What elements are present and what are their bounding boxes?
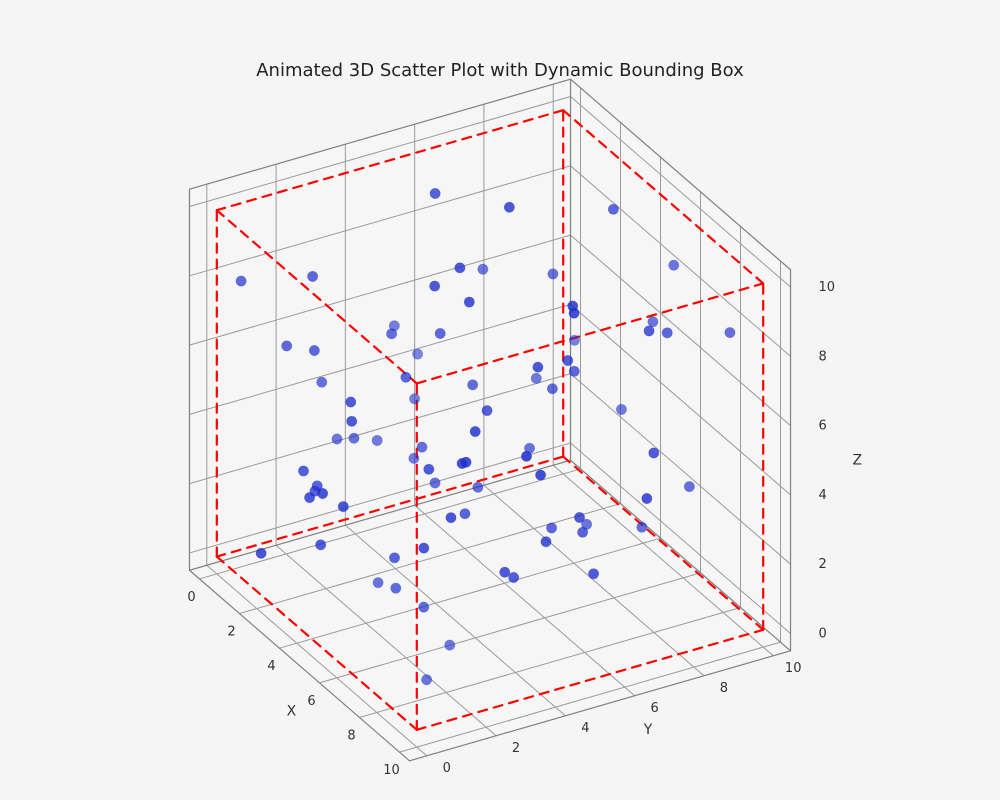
svg-text:10: 10	[383, 763, 400, 778]
svg-text:0: 0	[819, 626, 827, 641]
svg-text:6: 6	[307, 694, 315, 709]
svg-text:2: 2	[512, 741, 520, 756]
svg-text:X: X	[287, 704, 297, 720]
svg-text:2: 2	[227, 625, 235, 640]
scatter3d-canvas: 0 2 4 6 8 10 X 0 2 4 6 8 10 Y 0 2 4 6 8 10 Z	[0, 0, 1000, 800]
svg-text:2: 2	[819, 557, 827, 572]
svg-text:4: 4	[581, 721, 589, 736]
svg-text:10: 10	[785, 661, 802, 676]
svg-text:0: 0	[187, 590, 195, 605]
svg-text:8: 8	[347, 728, 355, 743]
svg-text:8: 8	[720, 681, 728, 696]
svg-text:Y: Y	[643, 722, 653, 738]
svg-text:6: 6	[819, 419, 827, 434]
svg-text:4: 4	[267, 659, 275, 674]
svg-text:Z: Z	[853, 452, 863, 468]
svg-text:0: 0	[443, 761, 451, 776]
svg-text:10: 10	[819, 280, 836, 295]
svg-text:6: 6	[651, 701, 659, 716]
svg-text:4: 4	[819, 488, 827, 503]
svg-text:8: 8	[819, 349, 827, 364]
